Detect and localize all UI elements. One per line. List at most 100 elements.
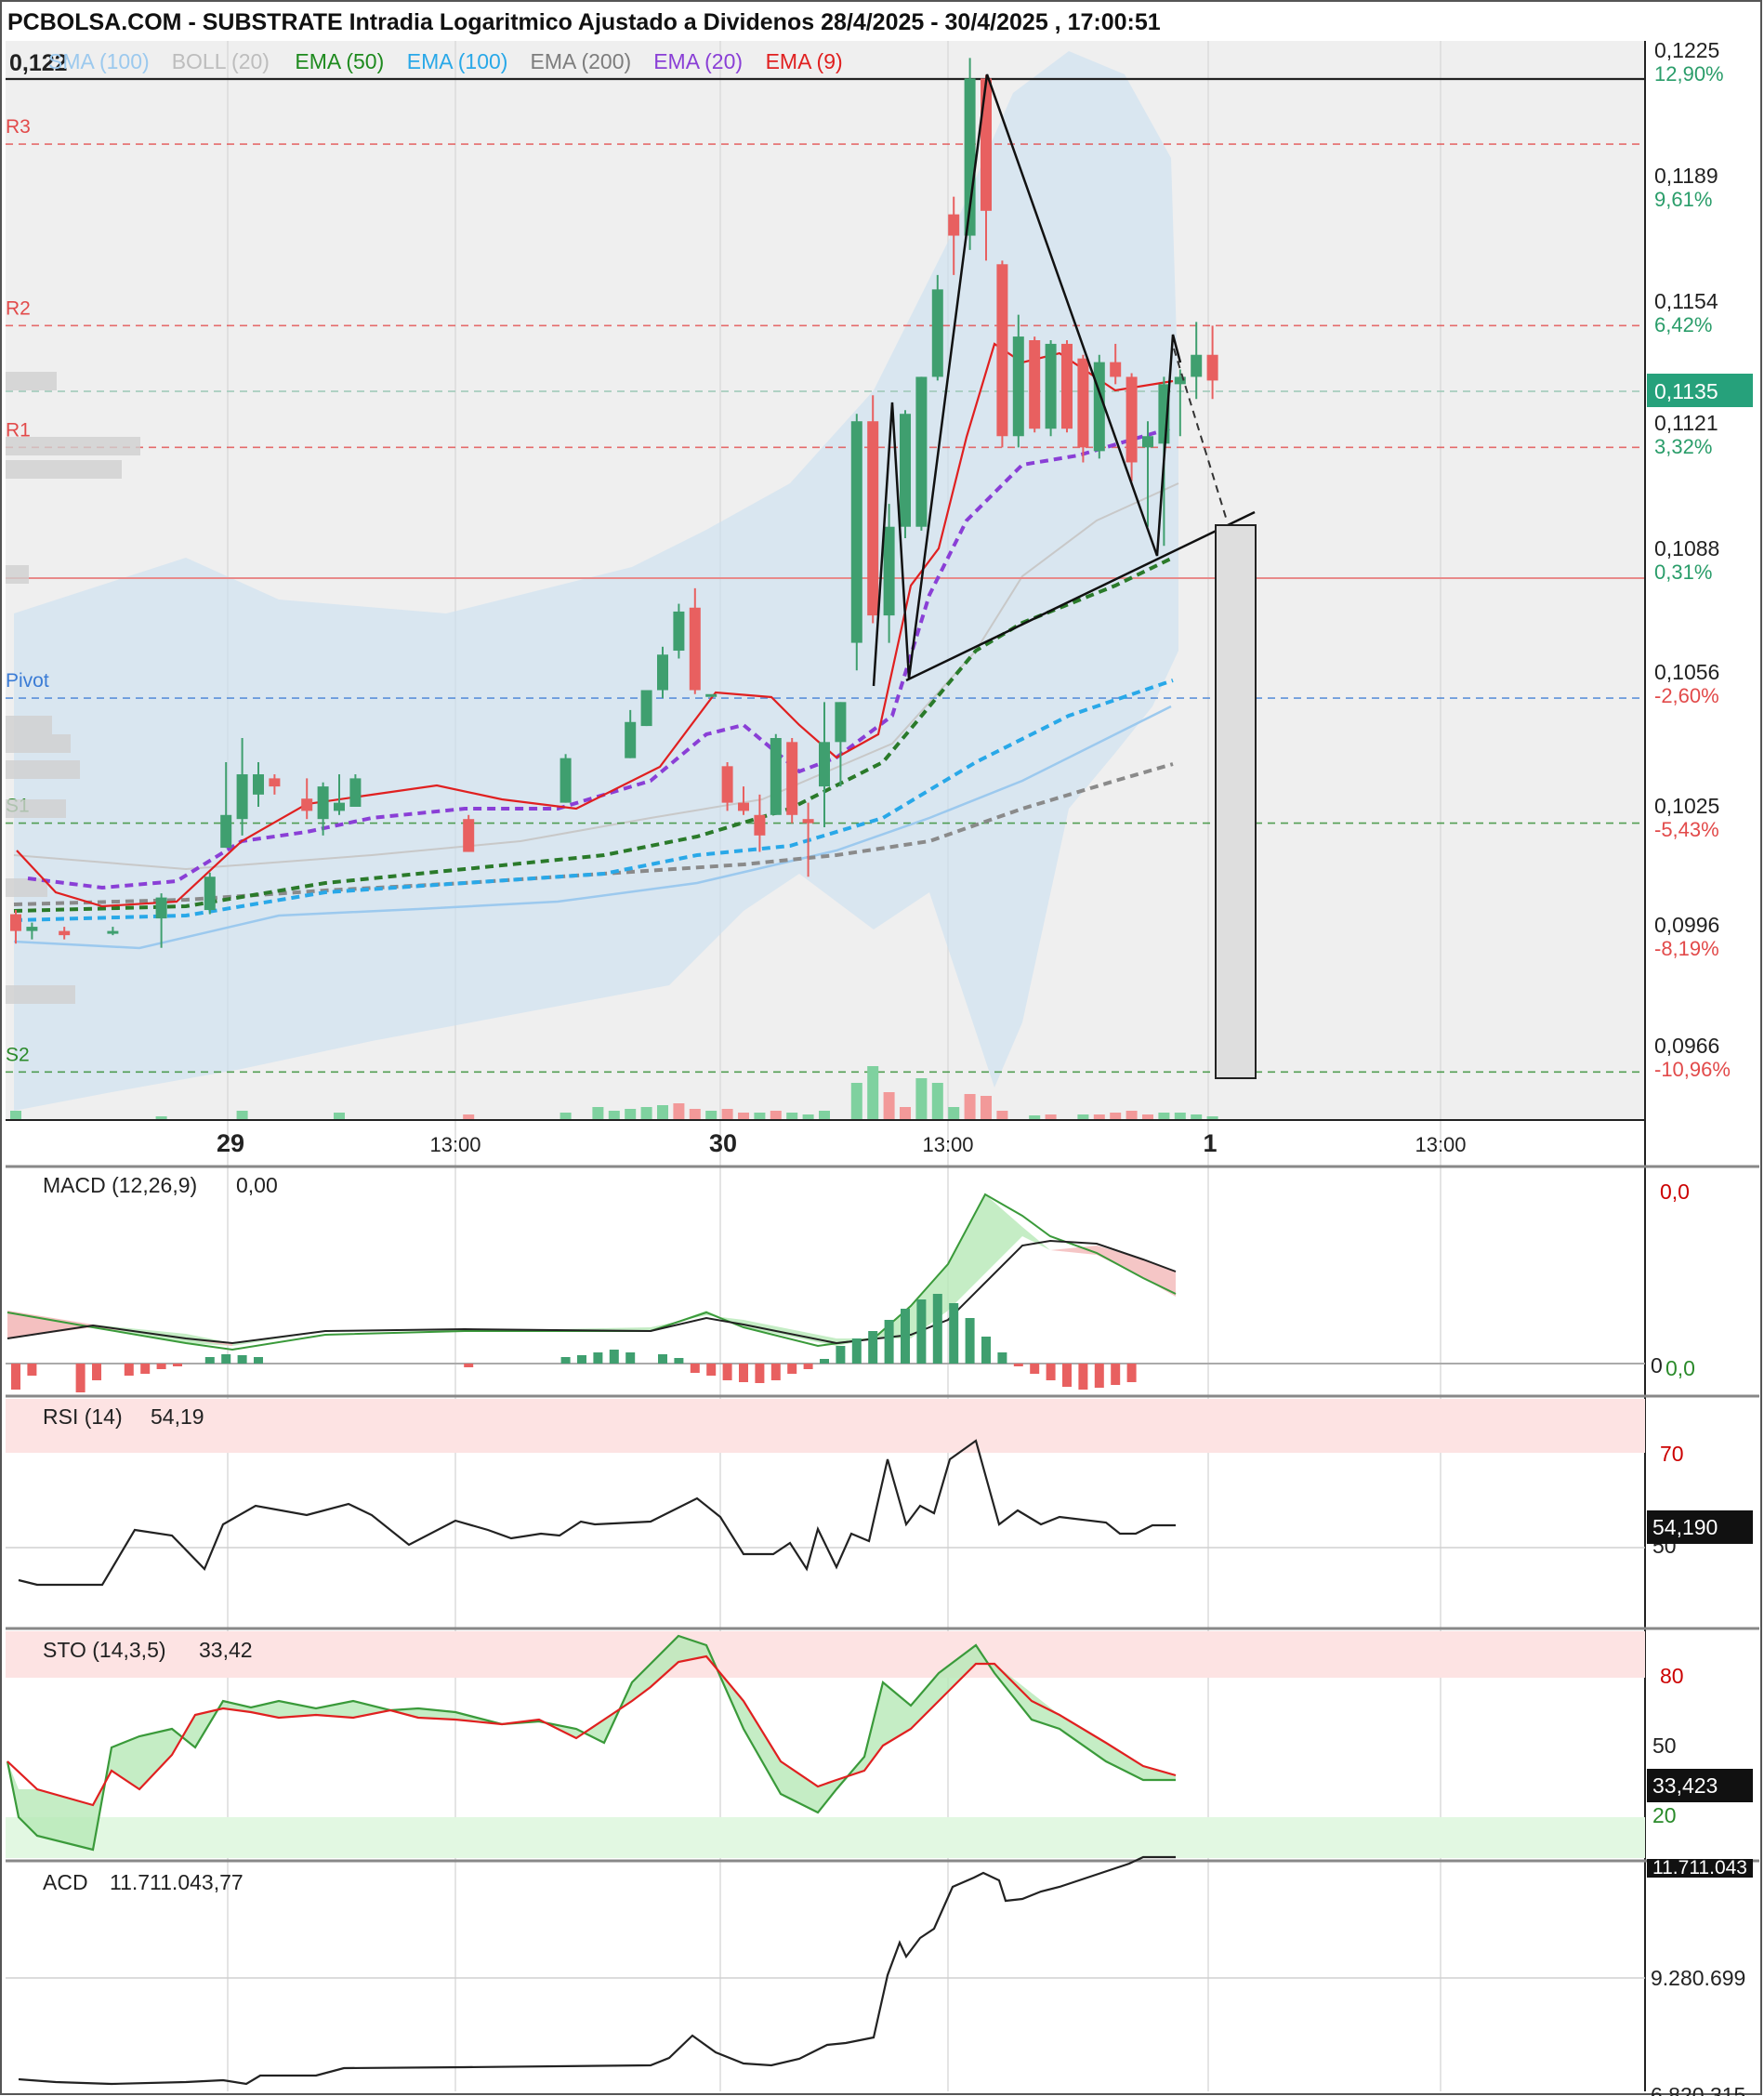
macd-histogram-bar bbox=[124, 1364, 134, 1376]
stock-chart: PCBOLSA.COM - SUBSTRATE Intradia Logarit… bbox=[0, 0, 1764, 2096]
candle-body bbox=[850, 421, 862, 643]
macd-histogram-bar bbox=[577, 1355, 586, 1364]
volume-bar bbox=[721, 1109, 733, 1120]
price-tick-pct: 12,90% bbox=[1654, 62, 1724, 86]
candle-body bbox=[107, 930, 119, 934]
candle-body bbox=[786, 742, 798, 815]
volume-bar bbox=[981, 1096, 992, 1120]
macd-histogram-bar bbox=[820, 1359, 829, 1364]
rsi-badge-value: 54,190 bbox=[1652, 1515, 1718, 1539]
candle-body bbox=[835, 702, 847, 743]
price-tick-pct: 6,42% bbox=[1654, 313, 1712, 336]
price-tick-pct: 0,31% bbox=[1654, 560, 1712, 584]
volume-bar bbox=[850, 1083, 862, 1120]
candle-body bbox=[1206, 354, 1218, 381]
macd-histogram-bar bbox=[1030, 1364, 1040, 1374]
candle-body bbox=[981, 78, 992, 211]
macd-histogram-bar bbox=[156, 1364, 166, 1369]
chart-title: PCBOLSA.COM - SUBSTRATE Intradia Logarit… bbox=[7, 9, 1161, 35]
candle-body bbox=[1077, 358, 1089, 448]
macd-histogram-bar bbox=[1013, 1364, 1023, 1366]
volume-bar bbox=[334, 1113, 345, 1120]
volume-profile-bar bbox=[6, 372, 57, 390]
volume-bar bbox=[931, 1083, 943, 1120]
candle-body bbox=[738, 802, 749, 811]
rsi-label: RSI (14) bbox=[43, 1404, 123, 1429]
candle-body bbox=[559, 758, 572, 803]
volume-bar bbox=[948, 1107, 960, 1120]
macd-histogram-bar bbox=[593, 1352, 603, 1364]
price-tick-pct: -10,96% bbox=[1654, 1058, 1731, 1081]
legend-item: EMA (100) bbox=[407, 49, 508, 73]
acd-axis-mid: 9.280.699 bbox=[1651, 1966, 1745, 1990]
legend-item: SMA (100) bbox=[48, 49, 150, 73]
time-tick-label: 29 bbox=[217, 1129, 244, 1157]
rsi-value: 54,19 bbox=[151, 1404, 204, 1429]
volume-bar bbox=[1174, 1113, 1186, 1120]
macd-histogram-bar bbox=[916, 1299, 927, 1364]
acd-badge-value: 11.711.043 bbox=[1652, 1857, 1747, 1878]
volume-bar bbox=[915, 1078, 928, 1120]
macd-histogram-bar bbox=[237, 1355, 247, 1364]
candle-body bbox=[463, 819, 475, 852]
macd-histogram-bar bbox=[836, 1346, 846, 1364]
candle-body bbox=[155, 897, 167, 919]
macd-histogram-bar bbox=[609, 1350, 619, 1364]
candle-body bbox=[770, 738, 782, 815]
macd-histogram-bar bbox=[75, 1364, 86, 1392]
candle-body bbox=[948, 214, 960, 236]
time-tick-label: 30 bbox=[709, 1129, 737, 1157]
time-tick-label: 13:00 bbox=[429, 1133, 480, 1156]
legend-item: BOLL (20) bbox=[172, 49, 270, 73]
volume-bar bbox=[10, 1111, 21, 1120]
time-tick-label: 1 bbox=[1203, 1129, 1217, 1157]
volume-bar bbox=[657, 1105, 668, 1120]
candle-body bbox=[689, 607, 701, 691]
macd-histogram-bar bbox=[173, 1364, 182, 1366]
macd-histogram-bar bbox=[706, 1364, 717, 1376]
sto-axis-80: 80 bbox=[1660, 1664, 1684, 1688]
volume-bar bbox=[559, 1113, 572, 1120]
macd-axis-bottom: 0,0 bbox=[1665, 1356, 1695, 1380]
candle-body bbox=[1012, 336, 1024, 437]
macd-histogram-bar bbox=[560, 1357, 571, 1364]
volume-bar bbox=[689, 1109, 701, 1120]
candle-body bbox=[349, 778, 362, 808]
volume-bar bbox=[964, 1094, 976, 1120]
sto-axis-20: 20 bbox=[1652, 1803, 1677, 1827]
candle-body bbox=[996, 264, 1008, 437]
price-tick-label: 0,1225 bbox=[1654, 38, 1719, 62]
price-tick-label: 0,1189 bbox=[1654, 164, 1718, 188]
macd-histogram-bar bbox=[851, 1338, 862, 1364]
volume-bar bbox=[705, 1111, 717, 1120]
sto-badge-value: 33,423 bbox=[1652, 1773, 1718, 1798]
macd-histogram-bar bbox=[674, 1358, 684, 1364]
acd-axis-low: 6.820.315 bbox=[1651, 2083, 1745, 2096]
macd-histogram-bar bbox=[221, 1354, 231, 1364]
candle-body bbox=[1061, 343, 1073, 429]
candle-body bbox=[269, 778, 281, 787]
volume-bar bbox=[1158, 1113, 1170, 1120]
price-tick-pct: -8,19% bbox=[1654, 937, 1719, 960]
candle-body bbox=[26, 927, 38, 931]
macd-histogram-bar bbox=[755, 1364, 765, 1383]
candle-body bbox=[867, 421, 879, 616]
candle-body bbox=[1045, 343, 1057, 429]
macd-histogram-bar bbox=[27, 1364, 37, 1376]
macd-histogram-bar bbox=[965, 1318, 975, 1364]
volume-bar bbox=[867, 1066, 879, 1120]
candle-body bbox=[334, 802, 345, 811]
volume-bar bbox=[1126, 1111, 1138, 1120]
target-box bbox=[1215, 524, 1257, 1079]
volume-profile-bar bbox=[6, 460, 122, 479]
macd-axis-zero: 0 bbox=[1651, 1353, 1663, 1378]
volume-profile-bar bbox=[6, 760, 80, 779]
candle-body bbox=[819, 742, 830, 787]
candle-body bbox=[1174, 376, 1186, 385]
pivot-label-r3: R3 bbox=[6, 116, 31, 138]
volume-profile-bar bbox=[6, 799, 66, 818]
macd-histogram-bar bbox=[254, 1357, 263, 1364]
acd-value: 11.711.043,77 bbox=[110, 1870, 244, 1894]
price-tick-pct: -5,43% bbox=[1654, 818, 1719, 841]
macd-histogram-bar bbox=[464, 1364, 474, 1367]
